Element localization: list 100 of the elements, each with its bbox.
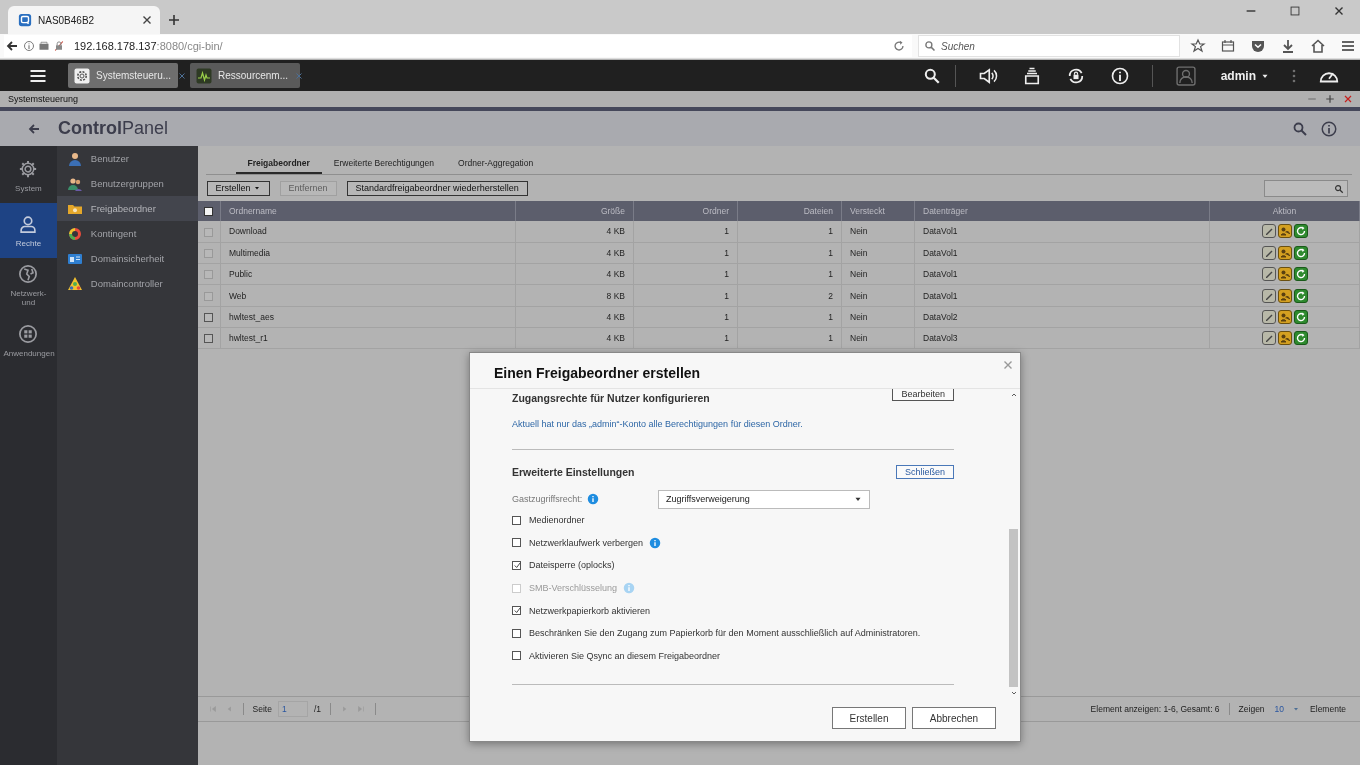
reload-icon[interactable] xyxy=(892,39,906,53)
info-icon[interactable] xyxy=(1109,65,1130,86)
column-header[interactable]: Versteckt xyxy=(841,201,915,221)
column-header[interactable]: Dateien xyxy=(737,201,842,221)
table-cell: Nein xyxy=(841,306,915,328)
pencil-icon[interactable] xyxy=(1261,331,1276,346)
checkbox[interactable] xyxy=(512,606,521,616)
refresh-icon[interactable] xyxy=(1293,267,1308,282)
users-icon[interactable] xyxy=(1277,331,1292,346)
checkbox[interactable] xyxy=(512,628,521,638)
checkbox[interactable] xyxy=(512,538,521,548)
toolbar-button[interactable]: Standardfreigabeordner wiederherstellen xyxy=(346,180,528,196)
nav-item[interactable]: Anwendungen xyxy=(0,313,57,368)
tab[interactable]: Erweiterte Berechtigungen xyxy=(321,158,447,174)
calendar-icon[interactable] xyxy=(1220,38,1236,54)
table-cell: DataVol1 xyxy=(914,242,1210,264)
avatar-icon[interactable] xyxy=(1174,64,1197,87)
table-cell: 4 KB xyxy=(515,263,634,285)
sidebar-item[interactable]: Domainsicherheit xyxy=(56,246,198,271)
caret-icon xyxy=(1292,705,1301,713)
home-icon[interactable] xyxy=(1310,38,1326,54)
users-icon[interactable] xyxy=(1277,309,1292,324)
info-icon xyxy=(587,493,600,505)
nav-item[interactable]: Rechte xyxy=(0,203,57,258)
row-checkbox[interactable] xyxy=(204,334,214,344)
sidebar-item[interactable]: Benutzer xyxy=(56,146,198,171)
pencil-icon[interactable] xyxy=(1261,267,1276,282)
sidebar-item[interactable]: Domaincontroller xyxy=(56,271,198,296)
checkbox[interactable] xyxy=(512,515,521,525)
table-cell: Web xyxy=(220,284,516,307)
app-tab[interactable]: Ressourcenm... xyxy=(190,63,300,88)
caret-icon xyxy=(252,184,261,192)
nav-item[interactable]: Netzwerk- und xyxy=(0,258,57,313)
search-field[interactable] xyxy=(1264,179,1348,197)
users-icon[interactable] xyxy=(1277,288,1292,303)
pencil-icon[interactable] xyxy=(1261,309,1276,324)
page-label: Seite xyxy=(252,704,272,714)
table-cell: DataVol3 xyxy=(914,327,1210,349)
download-icon[interactable] xyxy=(1280,38,1296,54)
page-size-select[interactable]: 10 xyxy=(1274,704,1301,714)
column-header[interactable]: Datenträger xyxy=(914,201,1210,221)
search-icon xyxy=(1334,183,1344,194)
tab[interactable]: Freigabeordner xyxy=(235,158,322,174)
edit-button[interactable]: Bearbeiten xyxy=(892,389,954,401)
users-icon[interactable] xyxy=(1277,267,1292,282)
search-icon[interactable] xyxy=(922,66,941,85)
column-header[interactable]: Aktion xyxy=(1209,201,1360,221)
refresh-icon[interactable] xyxy=(1293,331,1308,346)
nav-item[interactable]: System xyxy=(0,148,57,203)
row-checkbox[interactable] xyxy=(204,312,214,322)
toolbar-button[interactable]: Erstellen xyxy=(206,180,270,196)
checkbox[interactable] xyxy=(512,651,521,661)
checkbox[interactable] xyxy=(512,561,521,570)
section-title: Erweiterte Einstellungen xyxy=(512,466,635,478)
pencil-icon[interactable] xyxy=(1261,224,1276,239)
refresh-icon[interactable] xyxy=(1293,245,1308,260)
table-cell: Nein xyxy=(841,221,915,243)
maximize-icon[interactable] xyxy=(1324,93,1336,105)
address-bar[interactable]: 192.168.178.137:8080/cgi-bin/ xyxy=(4,35,912,57)
column-header[interactable]: Ordner xyxy=(633,201,738,221)
table-cell: DataVol1 xyxy=(914,263,1210,285)
insecure-lock-icon xyxy=(53,40,65,52)
refresh-icon[interactable] xyxy=(1293,309,1308,324)
dropdown[interactable]: Zugriffsverweigerung xyxy=(658,489,870,509)
checkbox-label: Medienordner xyxy=(529,515,585,526)
user-menu[interactable]: admin xyxy=(1220,68,1270,83)
pie-icon xyxy=(66,225,83,242)
url-text: 192.168.178.137:8080/cgi-bin/ xyxy=(74,40,223,52)
pencil-icon[interactable] xyxy=(1261,245,1276,260)
table-cell: Public xyxy=(220,263,516,285)
dialog-title: Einen Freigabeordner erstellen xyxy=(494,364,701,381)
sidebar-item[interactable]: Freigabeordner xyxy=(56,196,198,221)
help-icon[interactable] xyxy=(1320,119,1338,138)
sidebar-item[interactable]: Benutzergruppen xyxy=(56,171,198,196)
maximize-icon[interactable] xyxy=(1288,4,1302,18)
new-tab-icon[interactable] xyxy=(166,12,182,28)
close-button[interactable]: Schließen xyxy=(895,465,954,479)
select-all-checkbox[interactable] xyxy=(204,207,214,217)
pocket-icon[interactable] xyxy=(1250,38,1266,54)
pencil-icon[interactable] xyxy=(1261,288,1276,303)
refresh-icon[interactable] xyxy=(1293,288,1308,303)
users-icon[interactable] xyxy=(1277,224,1292,239)
dialog-button[interactable]: Erstellen xyxy=(832,707,906,729)
page-field[interactable]: 1 xyxy=(277,701,308,717)
gear-icon xyxy=(18,158,39,179)
monitor-icon xyxy=(196,67,212,84)
sidebar-item[interactable]: Kontingent xyxy=(56,221,198,246)
tab[interactable]: Ordner-Aggregation xyxy=(446,158,546,174)
star-icon[interactable] xyxy=(1190,38,1206,54)
checkbox-label: SMB-Verschlüsselung xyxy=(529,583,618,594)
table-cell: 1 xyxy=(633,327,738,349)
dialog-button[interactable]: Abbrechen xyxy=(912,707,996,729)
column-header[interactable]: Ordnername xyxy=(220,201,516,221)
browser-tab[interactable]: NAS0B46B2 xyxy=(8,6,160,34)
scroll-down-icon xyxy=(1009,689,1018,697)
users-icon[interactable] xyxy=(1277,245,1292,260)
table-cell: 2 xyxy=(737,284,842,307)
column-header[interactable]: Größe xyxy=(515,201,634,221)
refresh-icon[interactable] xyxy=(1293,224,1308,239)
table-cell: Multimedia xyxy=(220,242,516,264)
